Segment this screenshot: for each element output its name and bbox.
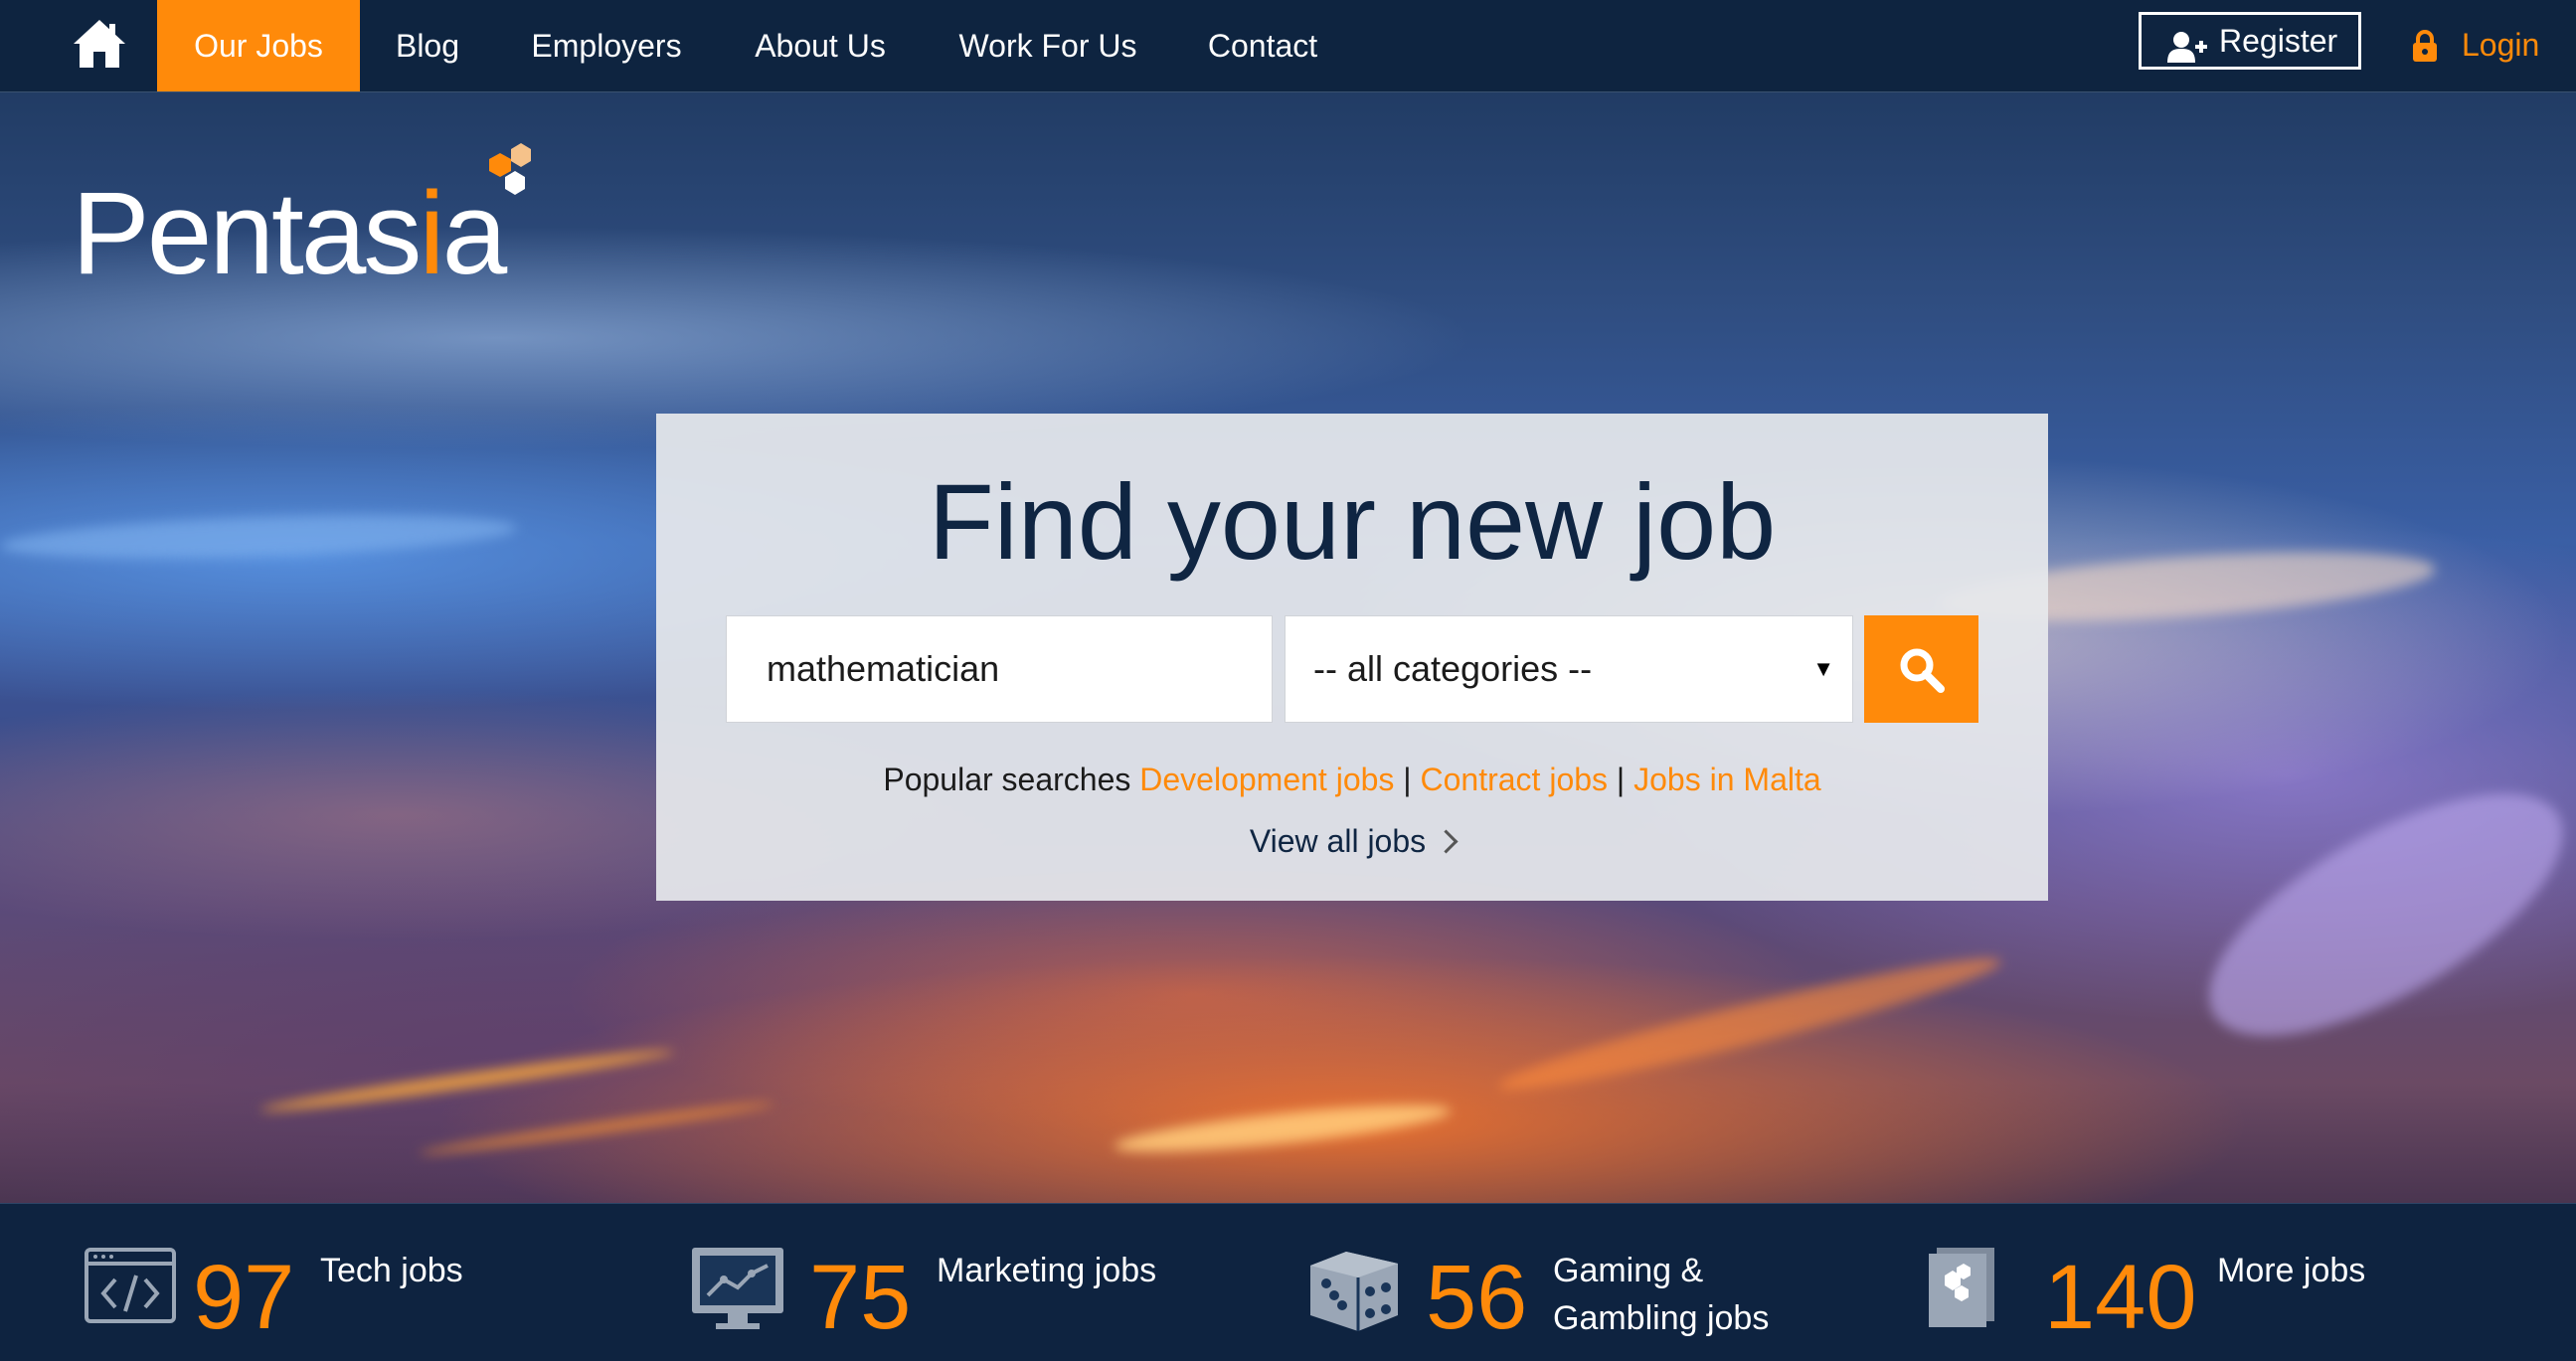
keyword-search-input[interactable] [726,615,1273,723]
nav-item-about-us[interactable]: About Us [734,0,907,91]
login-label: Login [2462,27,2540,63]
nav-item-work-for-us[interactable]: Work For Us [948,0,1147,91]
stat-label: Gaming & Gambling jobs [1553,1252,1770,1337]
home-icon[interactable] [72,18,127,70]
view-all-jobs-label: View all jobs [1249,823,1427,859]
popular-searches-label: Popular searches [883,762,1131,797]
lock-icon [2412,28,2438,62]
nav-item-employers[interactable]: Employers [517,0,696,91]
top-nav: Our Jobs Blog Employers About Us Work Fo… [0,0,2576,92]
separator: | [1403,762,1412,797]
search-button[interactable] [1864,615,1978,723]
job-stats-bar: 97 Tech jobs 75 Marketing jobs 56 Gaming… [0,1203,2576,1361]
stat-label: More jobs [2217,1252,2366,1289]
popular-link-contract[interactable]: Contract jobs [1421,762,1609,797]
stat-label: Tech jobs [320,1252,463,1289]
page-title: Find your new job [928,461,1777,582]
stat-count: 97 [193,1247,295,1348]
dropdown-arrow-icon: ▼ [1812,656,1834,681]
monitor-chart-icon [690,1244,785,1333]
code-window-icon [84,1244,179,1333]
nav-item-blog[interactable]: Blog [376,0,479,91]
popular-searches: Popular searches Development jobs | Cont… [656,762,2048,798]
view-all-jobs-link[interactable]: View all jobs [656,823,2048,860]
popular-link-malta[interactable]: Jobs in Malta [1633,762,1821,797]
stat-marketing-jobs[interactable]: 75 Marketing jobs [690,1204,1247,1361]
hexagon-docs-icon [1923,1244,2018,1333]
popular-link-development[interactable]: Development jobs [1139,762,1394,797]
stat-more-jobs[interactable]: 140 More jobs [1923,1204,2519,1361]
register-label: Register [2219,23,2338,59]
stat-count: 56 [1426,1247,1528,1348]
search-panel: Find your new job -- all categories -- ▼… [656,414,2048,901]
stat-label: Marketing jobs [937,1252,1157,1289]
pentasia-logo[interactable]: Pentasia [72,139,549,292]
logo-wordmark: Pentasia [72,168,507,299]
separator: | [1616,762,1626,797]
stat-count: 140 [2044,1247,2197,1348]
stat-tech-jobs[interactable]: 97 Tech jobs [84,1204,640,1361]
stat-gaming-jobs[interactable]: 56 Gaming & Gambling jobs [1306,1204,1863,1361]
logo-hexagon-icon [469,139,549,219]
add-user-icon [2167,26,2207,63]
category-selected-value: -- all categories -- [1313,648,1593,689]
category-select[interactable]: -- all categories -- ▼ [1285,615,1853,723]
nav-item-our-jobs[interactable]: Our Jobs [157,0,360,91]
register-button[interactable]: Register [2139,12,2361,70]
search-icon [1900,648,1945,693]
dice-icon [1306,1244,1402,1333]
chevron-right-icon [1434,829,1459,854]
stat-count: 75 [809,1247,912,1348]
nav-item-contact[interactable]: Contact [1189,0,1336,91]
